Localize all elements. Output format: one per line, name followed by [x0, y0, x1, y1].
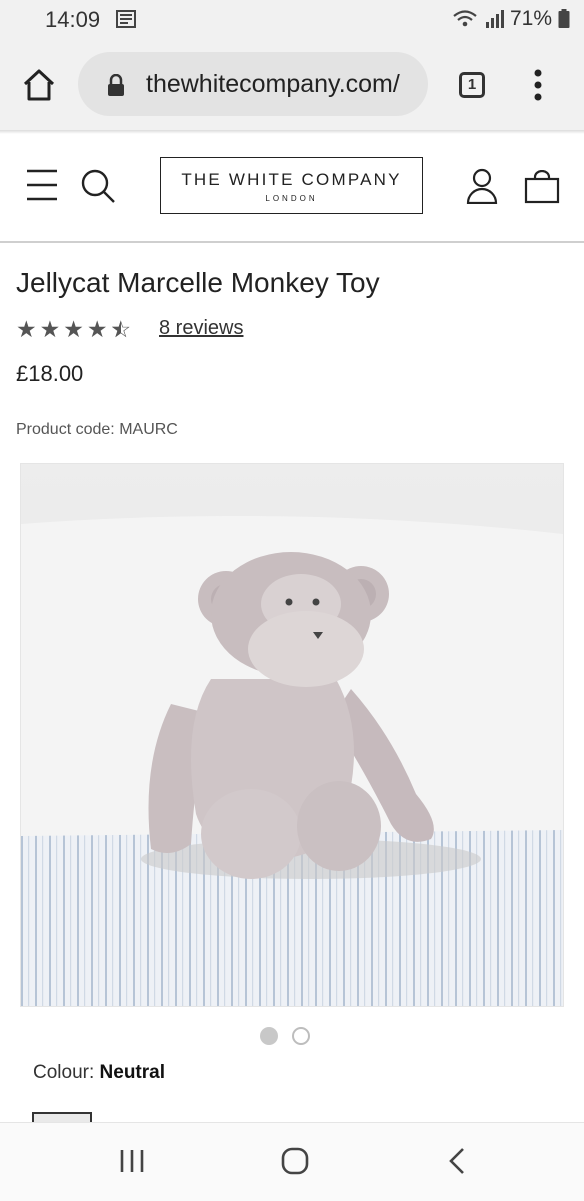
signal-icon	[485, 10, 504, 28]
star-rating: ★ ★ ★ ★ ☆★	[16, 316, 131, 343]
wifi-icon	[453, 10, 477, 27]
colour-selector-label: Colour: Neutral	[33, 1062, 165, 1084]
notification-icon	[116, 10, 136, 28]
monkey-toy-image	[21, 464, 563, 1006]
bag-icon[interactable]	[524, 170, 560, 204]
logo-text: THE WHITE COMPANY	[181, 170, 402, 189]
header-divider	[0, 241, 584, 243]
lock-icon	[108, 74, 124, 96]
more-vert-icon[interactable]	[530, 68, 546, 102]
product-code-value: MAURC	[119, 421, 178, 438]
hamburger-menu-icon[interactable]	[26, 168, 58, 202]
star-full-icon: ★	[63, 316, 84, 342]
product-title: Jellycat Marcelle Monkey Toy	[16, 267, 380, 298]
colour-value: Neutral	[99, 1062, 165, 1083]
brand-logo[interactable]: THE WHITE COMPANY LONDON	[160, 157, 423, 214]
product-image[interactable]	[20, 463, 564, 1007]
star-half-icon: ☆★	[110, 316, 132, 342]
reviews-link[interactable]: 8 reviews	[159, 317, 243, 340]
url-text[interactable]: thewhitecompany.com/	[146, 70, 416, 99]
colour-label: Colour:	[33, 1062, 95, 1083]
product-price: £18.00	[16, 361, 84, 386]
search-icon[interactable]	[80, 168, 116, 204]
star-full-icon: ★	[86, 316, 108, 342]
status-time: 14:09	[45, 7, 101, 32]
star-full-icon: ★	[39, 316, 61, 342]
status-bar: 14:09 71%	[0, 0, 584, 40]
battery-icon	[558, 9, 570, 28]
recent-apps-icon[interactable]	[118, 1148, 146, 1174]
carousel-dot[interactable]	[292, 1027, 310, 1045]
status-right: 71%	[452, 7, 570, 31]
tabs-icon[interactable]: 1	[459, 72, 485, 98]
home-icon[interactable]	[22, 68, 56, 102]
product-code: Product code: MAURC	[16, 421, 178, 439]
carousel-dot-active[interactable]	[260, 1027, 278, 1045]
star-full-icon: ★	[16, 316, 37, 342]
home-circle-icon[interactable]	[281, 1147, 309, 1175]
product-code-label: Product code:	[16, 421, 115, 438]
battery-percent: 71%	[509, 7, 552, 30]
back-icon[interactable]	[447, 1147, 467, 1175]
account-icon[interactable]	[466, 168, 498, 204]
logo-subtext: LONDON	[265, 194, 318, 203]
